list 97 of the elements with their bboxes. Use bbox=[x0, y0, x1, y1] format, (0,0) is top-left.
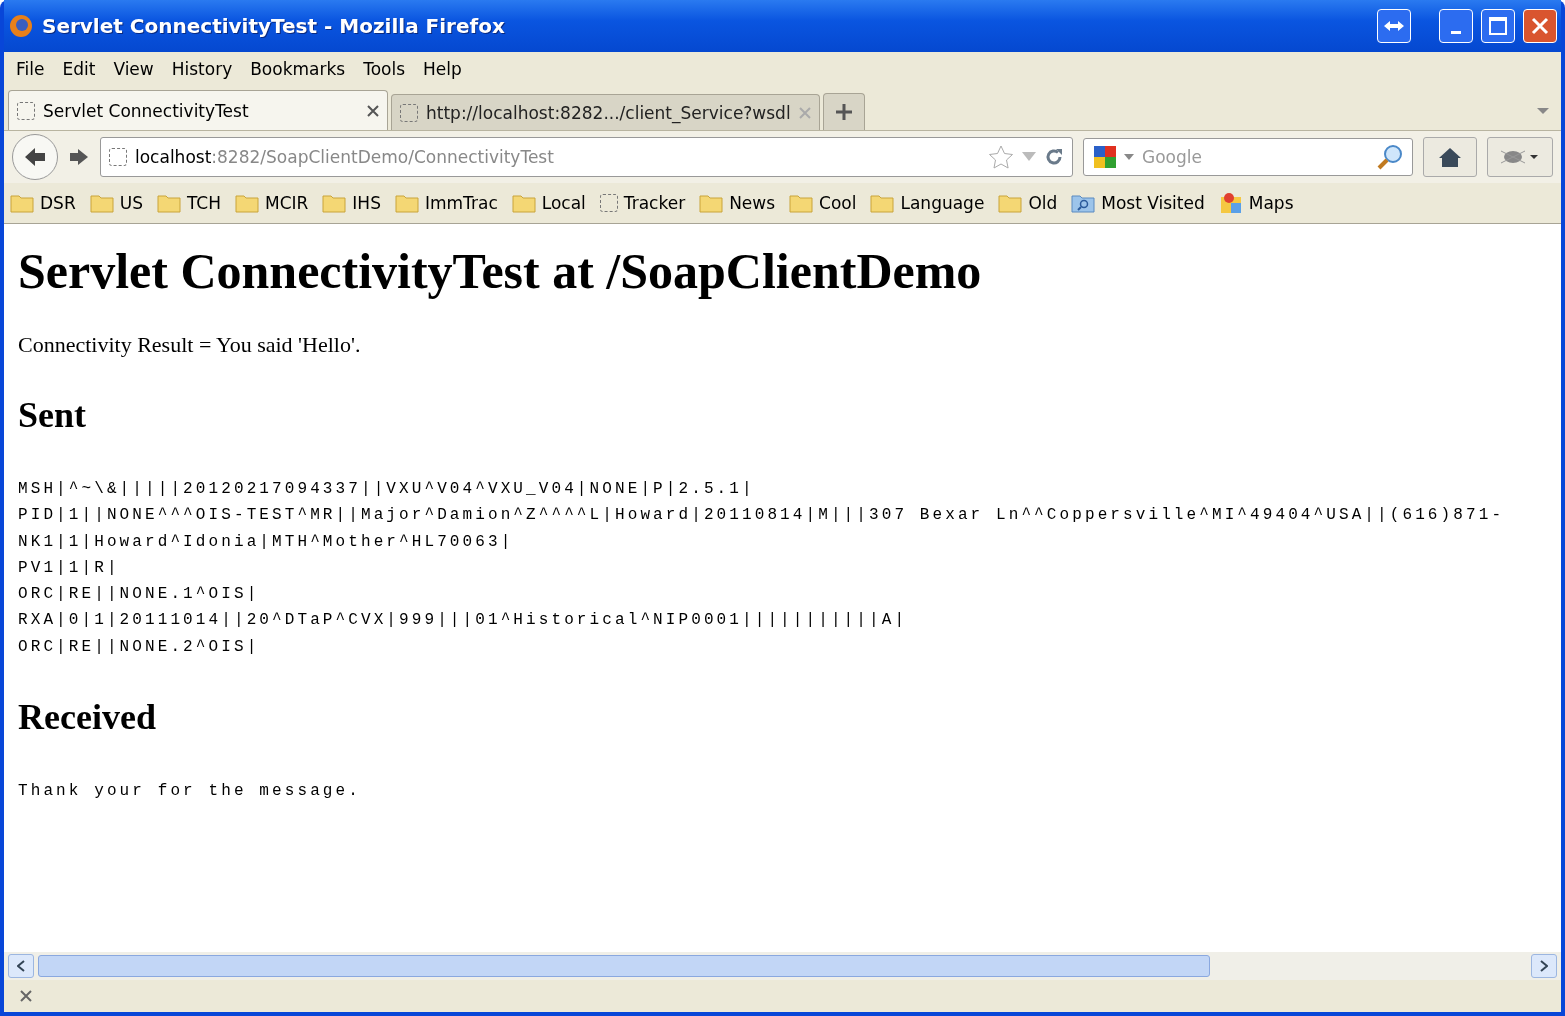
bookmark-item[interactable]: Tracker bbox=[599, 193, 686, 213]
folder-icon bbox=[322, 193, 347, 213]
menu-item[interactable]: Help bbox=[417, 57, 468, 81]
folder-icon bbox=[235, 193, 259, 213]
folder-icon bbox=[789, 193, 814, 213]
bookmark-item[interactable]: Cool bbox=[789, 193, 857, 213]
close-icon[interactable] bbox=[20, 990, 32, 1002]
bookmark-label[interactable]: TCH bbox=[186, 193, 221, 213]
caret-icon[interactable] bbox=[1537, 108, 1549, 116]
bookmark-label[interactable]: Maps bbox=[1248, 193, 1294, 213]
bookmark-label[interactable]: Old bbox=[1028, 193, 1058, 213]
menu-item[interactable]: File bbox=[10, 57, 51, 81]
caret-icon[interactable] bbox=[1124, 154, 1134, 160]
bookmark-label[interactable]: IHS bbox=[352, 193, 381, 213]
folder-icon bbox=[511, 193, 536, 213]
back-button[interactable] bbox=[12, 134, 58, 180]
menu-item[interactable]: Edit bbox=[56, 57, 102, 81]
bookmark-item[interactable]: Local bbox=[511, 193, 586, 213]
maximize-button[interactable] bbox=[1481, 9, 1515, 43]
section-heading: Sent bbox=[18, 394, 87, 436]
bookmark-label[interactable]: Local bbox=[541, 193, 586, 213]
plus-icon bbox=[834, 103, 853, 121]
bookmark-item[interactable]: TCH bbox=[156, 193, 221, 213]
address-field[interactable]: localhost:8282/SoapClientDemo/ConnectivityTest bbox=[100, 137, 1073, 177]
bookmark-label[interactable]: US bbox=[119, 193, 143, 213]
message-line: ORC|RE||NONE.2^OIS| bbox=[18, 636, 261, 658]
bookmark-item[interactable]: ImmTrac bbox=[394, 193, 498, 213]
resize-button[interactable] bbox=[1377, 9, 1411, 43]
close-icon[interactable] bbox=[367, 104, 379, 117]
folder-icon bbox=[89, 193, 114, 213]
folder-icon bbox=[10, 193, 34, 213]
bookmark-item[interactable]: IHS bbox=[322, 193, 381, 213]
message-line: RXA|0|1|20111014||20^DTaP^CVX|999|||01^Historical^NIP0001|||||||||||A| bbox=[18, 610, 909, 632]
bookmark-item[interactable]: MCIR bbox=[235, 193, 309, 213]
bookmark-item[interactable]: DSR bbox=[10, 193, 76, 213]
section-heading: Received bbox=[18, 696, 157, 739]
reload-icon[interactable] bbox=[1044, 147, 1064, 167]
folder-icon bbox=[870, 193, 895, 213]
bookmark-item[interactable]: Maps bbox=[1218, 191, 1294, 215]
back-arrow-icon bbox=[23, 146, 47, 168]
message-line: MSH|^~\&|||||20120217094337||VXU^V04^VXU_V04|NONE|P|2.5.1| bbox=[18, 479, 756, 500]
message-line: PID|1||NONE^^^OIS-TEST^MR||Major^Damion^Z^^^^L|Howard|20110814|M|||307 Bexar Ln^^Coppersville^MI^49404^USA||(616)871- bbox=[18, 505, 1506, 527]
folder-icon bbox=[699, 193, 724, 213]
blank-page-icon bbox=[109, 148, 127, 166]
bookmark-item[interactable]: US bbox=[89, 193, 143, 213]
scroll-right-button[interactable] bbox=[1531, 954, 1557, 978]
message-line: ORC|RE||NONE.1^OIS| bbox=[18, 584, 261, 606]
bookmark-item[interactable]: Old bbox=[998, 193, 1058, 213]
folder-icon bbox=[998, 193, 1023, 213]
search-folder-icon bbox=[1071, 193, 1096, 213]
search-bar[interactable]: Google bbox=[1083, 138, 1413, 176]
bookmark-item[interactable]: Language bbox=[870, 193, 985, 213]
addon-menu-button[interactable] bbox=[1487, 137, 1553, 177]
menu-item[interactable]: Tools bbox=[357, 57, 412, 81]
home-button[interactable] bbox=[1423, 137, 1477, 177]
bookmark-label[interactable]: News bbox=[729, 193, 776, 213]
browser-tab[interactable]: http://localhost:8282.../client_Service?wsdl bbox=[391, 94, 820, 130]
scroll-left-button[interactable] bbox=[8, 954, 34, 978]
menu-item[interactable]: Bookmarks bbox=[244, 57, 352, 81]
folder-icon bbox=[394, 193, 419, 213]
maximize-icon bbox=[1489, 17, 1507, 35]
close-button[interactable] bbox=[1523, 9, 1557, 43]
map-pin-icon bbox=[1218, 191, 1243, 215]
bookmark-item[interactable]: News bbox=[699, 193, 776, 213]
message-line: Thank your for the message. bbox=[18, 781, 362, 803]
folder-icon bbox=[156, 193, 181, 213]
menu-item[interactable]: History bbox=[165, 57, 239, 81]
message-line: PV1|1|R| bbox=[18, 557, 121, 579]
close-icon bbox=[1531, 17, 1549, 35]
window-title: Servlet ConnectivityTest - Mozilla Firefox bbox=[42, 14, 506, 38]
menu-item[interactable]: View bbox=[107, 57, 160, 81]
blank-page-icon bbox=[17, 101, 35, 120]
search-icon[interactable] bbox=[1376, 143, 1404, 171]
search-engine-icon[interactable] bbox=[1092, 144, 1118, 170]
result-text: Connectivity Result = You said 'Hello'. bbox=[18, 332, 362, 358]
browser-tab[interactable]: Servlet ConnectivityTest bbox=[8, 90, 388, 130]
chevron-left-icon bbox=[17, 960, 25, 972]
minimize-button[interactable] bbox=[1439, 9, 1473, 43]
chevron-right-icon bbox=[1540, 960, 1548, 972]
new-tab-button[interactable] bbox=[822, 93, 865, 130]
forward-icon[interactable] bbox=[68, 147, 90, 167]
message-line: NK1|1|Howard^Idonia|MTH^Mother^HL70063| bbox=[18, 531, 515, 553]
blank-page-icon bbox=[400, 103, 418, 122]
bookmark-label[interactable]: Cool bbox=[819, 193, 857, 213]
bookmark-label[interactable]: Language bbox=[900, 193, 985, 213]
bookmark-label[interactable]: DSR bbox=[40, 193, 76, 213]
blank-page-icon bbox=[599, 194, 618, 212]
bookmark-item[interactable]: Most Visited bbox=[1071, 193, 1205, 213]
page-heading: Servlet ConnectivityTest at /SoapClientDemo bbox=[18, 242, 983, 300]
home-icon bbox=[1438, 146, 1462, 168]
bookmark-label[interactable]: ImmTrac bbox=[424, 193, 498, 213]
bookmark-label[interactable]: MCIR bbox=[265, 193, 309, 213]
bookmark-label[interactable]: Most Visited bbox=[1101, 193, 1205, 213]
double-arrow-icon bbox=[1383, 20, 1405, 32]
star-icon[interactable] bbox=[988, 145, 1014, 169]
minimize-icon bbox=[1451, 30, 1461, 34]
bookmark-label[interactable]: Tracker bbox=[623, 193, 686, 213]
